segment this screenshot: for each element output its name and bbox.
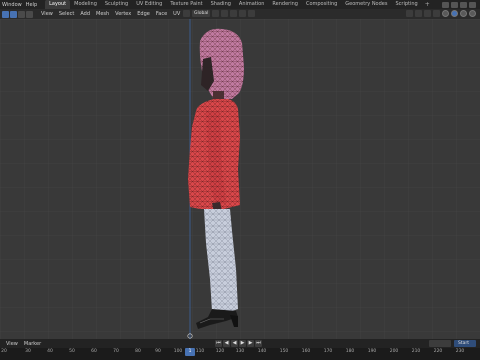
ruler-tick: 140 bbox=[257, 349, 267, 354]
current-frame-field[interactable] bbox=[429, 340, 451, 347]
tab-modeling[interactable]: Modeling bbox=[70, 0, 101, 9]
menu-mesh[interactable]: Mesh bbox=[93, 11, 112, 17]
playhead-frame-indicator[interactable]: 1 bbox=[185, 348, 195, 356]
ruler-tick: 210 bbox=[411, 349, 421, 354]
ruler-tick: 90 bbox=[155, 349, 161, 354]
top-bar: Window Help Layout Modeling Sculpting UV… bbox=[0, 0, 480, 9]
ruler-tick: 150 bbox=[279, 349, 289, 354]
render-layer-icon[interactable] bbox=[469, 1, 476, 8]
menu-window[interactable]: Window bbox=[0, 2, 24, 8]
ruler-tick: 190 bbox=[367, 349, 377, 354]
tab-sculpting[interactable]: Sculpting bbox=[101, 0, 132, 9]
ruler-tick: 130 bbox=[235, 349, 245, 354]
rendered-shading-icon[interactable] bbox=[469, 10, 476, 17]
vertex-select-icon[interactable] bbox=[10, 10, 17, 18]
tab-rendering[interactable]: Rendering bbox=[268, 0, 302, 9]
snap-icon[interactable] bbox=[221, 10, 229, 17]
menu-face[interactable]: Face bbox=[153, 11, 170, 17]
ruler-tick: 40 bbox=[47, 349, 53, 354]
ruler-tick: 110 bbox=[195, 349, 205, 354]
proportional-edit-icon[interactable] bbox=[239, 10, 247, 17]
ruler-tick: 200 bbox=[389, 349, 399, 354]
shading-controls bbox=[406, 10, 476, 17]
playback-controls: ⏮ ◀ ◀ ▶ ▶ ⏭ bbox=[215, 340, 262, 347]
ruler-tick: 80 bbox=[135, 349, 141, 354]
next-keyframe-icon[interactable]: ▶ bbox=[247, 340, 254, 347]
pivot-icon[interactable] bbox=[212, 10, 220, 17]
gizmo-icon[interactable] bbox=[415, 10, 422, 17]
frame-range: Start bbox=[429, 340, 476, 347]
tab-scripting[interactable]: Scripting bbox=[391, 0, 421, 9]
tab-texture-paint[interactable]: Texture Paint bbox=[166, 0, 206, 9]
snap-target-icon[interactable] bbox=[230, 10, 238, 17]
timeline-menu-marker[interactable]: Marker bbox=[21, 341, 44, 347]
ruler-tick: 230 bbox=[455, 349, 465, 354]
viewport-header: View Select Add Mesh Vertex Edge Face UV… bbox=[0, 9, 480, 19]
material-shading-icon[interactable] bbox=[460, 10, 467, 17]
ruler-tick: 70 bbox=[113, 349, 119, 354]
falloff-icon[interactable] bbox=[248, 10, 256, 17]
viewport-canvas[interactable] bbox=[0, 19, 480, 339]
ruler-tick: 30 bbox=[25, 349, 31, 354]
tab-uv-editing[interactable]: UV Editing bbox=[132, 0, 166, 9]
menu-select[interactable]: Select bbox=[56, 11, 77, 17]
play-reverse-icon[interactable]: ◀ bbox=[231, 340, 238, 347]
ruler-tick: 180 bbox=[345, 349, 355, 354]
menu-uv[interactable]: UV bbox=[170, 11, 183, 17]
ruler-tick: 100 bbox=[173, 349, 183, 354]
tab-geometry-nodes[interactable]: Geometry Nodes bbox=[341, 0, 391, 9]
tab-shading[interactable]: Shading bbox=[207, 0, 235, 9]
menu-edge[interactable]: Edge bbox=[134, 11, 153, 17]
scene-icon[interactable] bbox=[442, 1, 449, 8]
visibility-icon[interactable] bbox=[406, 10, 413, 17]
3d-viewport[interactable] bbox=[0, 19, 480, 339]
menu-vertex[interactable]: Vertex bbox=[112, 11, 134, 17]
ruler-tick: 160 bbox=[301, 349, 311, 354]
add-workspace-button[interactable]: + bbox=[422, 1, 433, 8]
overlay-icon[interactable] bbox=[424, 10, 431, 17]
edge-select-icon[interactable] bbox=[18, 10, 25, 18]
tab-layout[interactable]: Layout bbox=[45, 0, 71, 9]
tab-animation[interactable]: Animation bbox=[235, 0, 269, 9]
wireframe-shading-icon[interactable] bbox=[442, 10, 449, 17]
timeline-header: View Marker ⏮ ◀ ◀ ▶ ▶ ⏭ Start bbox=[0, 339, 480, 348]
scene-controls bbox=[442, 1, 480, 8]
xray-icon[interactable] bbox=[433, 10, 440, 17]
jump-start-icon[interactable]: ⏮ bbox=[215, 340, 222, 347]
solid-shading-icon[interactable] bbox=[451, 10, 458, 17]
jump-end-icon[interactable]: ⏭ bbox=[255, 340, 262, 347]
ruler-tick: 220 bbox=[433, 349, 443, 354]
editor-type-icon[interactable] bbox=[2, 10, 9, 18]
ruler-tick: 120 bbox=[215, 349, 225, 354]
menu-help[interactable]: Help bbox=[24, 2, 39, 8]
ruler-tick: 60 bbox=[91, 349, 97, 354]
menu-view[interactable]: View bbox=[38, 11, 56, 17]
view-layer-icon[interactable] bbox=[460, 1, 467, 8]
timeline-ruler[interactable]: 20 30 40 50 60 70 80 90 100 110 120 130 … bbox=[0, 348, 480, 360]
ruler-tick: 20 bbox=[1, 349, 7, 354]
start-frame-field[interactable]: Start bbox=[454, 340, 476, 347]
timeline-menu-view[interactable]: View bbox=[3, 341, 21, 347]
ruler-tick: 170 bbox=[323, 349, 333, 354]
face-select-icon[interactable] bbox=[26, 10, 33, 18]
tab-compositing[interactable]: Compositing bbox=[302, 0, 341, 9]
transform-orientation-icon[interactable] bbox=[183, 10, 190, 17]
transform-tools: Global bbox=[183, 10, 256, 17]
scene-selector-icon[interactable] bbox=[451, 1, 458, 8]
menu-add[interactable]: Add bbox=[77, 11, 93, 17]
play-icon[interactable]: ▶ bbox=[239, 340, 246, 347]
prev-keyframe-icon[interactable]: ◀ bbox=[223, 340, 230, 347]
transform-orientation-select[interactable]: Global bbox=[192, 10, 211, 17]
ruler-tick: 50 bbox=[69, 349, 75, 354]
